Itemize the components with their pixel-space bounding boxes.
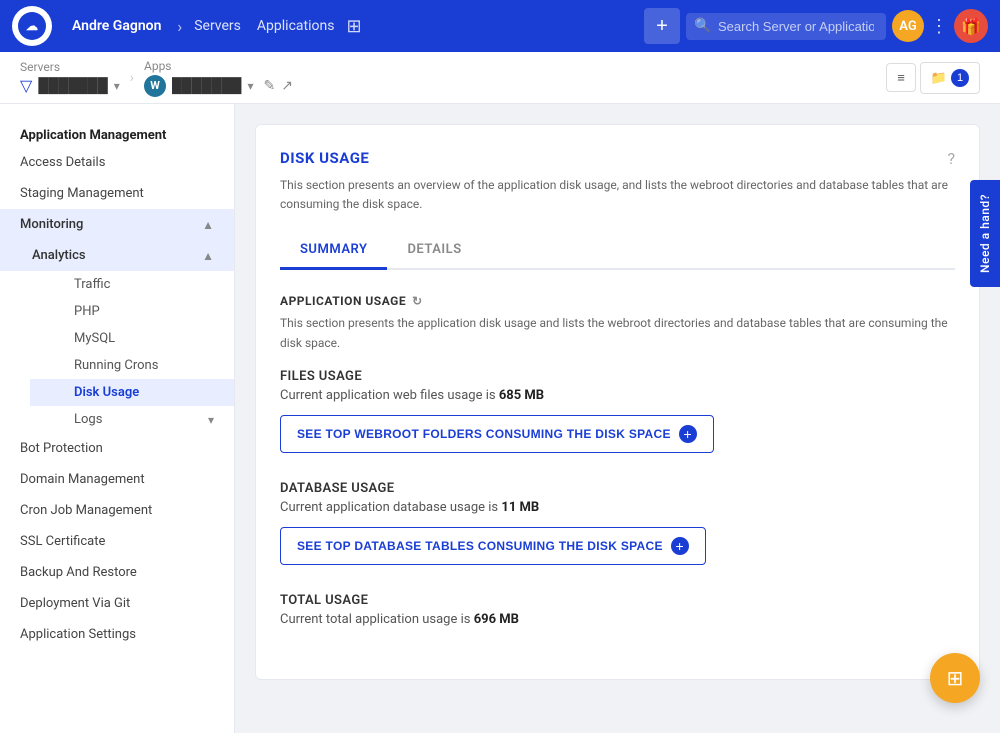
sidebar-item-traffic[interactable]: Traffic bbox=[30, 271, 234, 298]
external-link-icon[interactable]: ↗ bbox=[281, 78, 293, 94]
database-tables-button[interactable]: See Top Database Tables Consuming The Di… bbox=[280, 527, 706, 565]
total-usage-value: Current total application usage is 696 M… bbox=[280, 612, 955, 627]
disk-usage-header: DISK USAGE ? bbox=[280, 149, 955, 168]
help-icon[interactable]: ? bbox=[947, 149, 955, 168]
sidebar-item-application-settings[interactable]: Application Settings bbox=[0, 619, 234, 650]
nav-arrow: › bbox=[177, 17, 182, 36]
tab-summary[interactable]: SUMMARY bbox=[280, 234, 387, 270]
sidebar-item-ssl-certificate[interactable]: SSL Certificate bbox=[0, 526, 234, 557]
app-name: ███████ bbox=[172, 77, 241, 94]
sidebar: Application Management Access Details St… bbox=[0, 104, 235, 733]
database-usage-block: DATABASE USAGE Current application datab… bbox=[280, 481, 955, 565]
sidebar-item-mysql[interactable]: MySQL bbox=[30, 325, 234, 352]
breadcrumb-bar: Servers ▽ ███████ ▾ › Apps W ███████ ▾ ✎… bbox=[0, 52, 1000, 104]
server-dropdown[interactable]: ▾ bbox=[114, 79, 120, 93]
list-view-button[interactable]: ≡ bbox=[886, 63, 916, 92]
server-icon: ▽ bbox=[20, 76, 32, 95]
webroot-folders-button[interactable]: See Top Webroot Folders Consuming The Di… bbox=[280, 415, 714, 453]
page-title: DISK USAGE bbox=[280, 149, 369, 167]
sidebar-item-access-details[interactable]: Access Details bbox=[0, 147, 234, 178]
add-button[interactable]: + bbox=[644, 8, 680, 44]
chevron-down-icon-logs: ▾ bbox=[208, 413, 214, 427]
sidebar-item-logs[interactable]: Logs ▾ bbox=[30, 406, 234, 433]
sidebar-item-cron-job-management[interactable]: Cron Job Management bbox=[0, 495, 234, 526]
database-usage-label: DATABASE USAGE bbox=[280, 481, 955, 496]
folder-icon: 📁 bbox=[931, 70, 947, 86]
total-usage-label: TOTAL USAGE bbox=[280, 593, 955, 608]
main-content: DISK USAGE ? This section presents an ov… bbox=[235, 104, 1000, 733]
plus-circle-icon: + bbox=[679, 425, 697, 443]
sidebar-heading: Application Management bbox=[0, 120, 234, 147]
chevron-up-icon: ▲ bbox=[202, 218, 214, 232]
chevron-up-icon-analytics: ▲ bbox=[202, 249, 214, 263]
database-usage-value: Current application database usage is 11… bbox=[280, 500, 955, 515]
sidebar-item-domain-management[interactable]: Domain Management bbox=[0, 464, 234, 495]
apps-breadcrumb-label: Apps bbox=[144, 59, 293, 73]
edit-icon[interactable]: ✎ bbox=[263, 78, 275, 94]
page-description: This section presents an overview of the… bbox=[280, 176, 955, 214]
applications-link[interactable]: Applications bbox=[249, 18, 343, 34]
main-layout: Application Management Access Details St… bbox=[0, 104, 1000, 733]
help-sidebar[interactable]: Need a hand? bbox=[970, 180, 1000, 287]
sidebar-item-monitoring[interactable]: Monitoring ▲ bbox=[0, 209, 234, 240]
files-usage-label: FILES USAGE bbox=[280, 369, 955, 384]
top-navigation: ☁ Andre Gagnon › Servers Applications ⊞ … bbox=[0, 0, 1000, 52]
app-breadcrumb: Apps W ███████ ▾ ✎ ↗ bbox=[144, 59, 293, 97]
total-usage-block: TOTAL USAGE Current total application us… bbox=[280, 593, 955, 627]
sidebar-item-bot-protection[interactable]: Bot Protection bbox=[0, 433, 234, 464]
analytics-subitems: Traffic PHP MySQL Running Crons Disk Usa… bbox=[0, 271, 234, 433]
sidebar-item-php[interactable]: PHP bbox=[30, 298, 234, 325]
more-options-icon[interactable]: ⋮ bbox=[930, 16, 948, 37]
plus-circle-db-icon: + bbox=[671, 537, 689, 555]
refresh-icon[interactable]: ↻ bbox=[412, 294, 423, 308]
gift-icon[interactable]: 🎁 bbox=[954, 9, 988, 43]
wordpress-icon: W bbox=[144, 75, 166, 97]
sidebar-item-disk-usage[interactable]: Disk Usage bbox=[30, 379, 234, 406]
app-dropdown[interactable]: ▾ bbox=[247, 79, 253, 93]
content-card: DISK USAGE ? This section presents an ov… bbox=[255, 124, 980, 680]
breadcrumb-separator: › bbox=[130, 70, 134, 86]
section-title: APPLICATION USAGE ↻ bbox=[280, 294, 955, 308]
sidebar-item-deployment-git[interactable]: Deployment Via Git bbox=[0, 588, 234, 619]
fab-icon: ⊞ bbox=[947, 666, 964, 690]
files-usage-value: Current application web files usage is 6… bbox=[280, 388, 955, 403]
server-breadcrumb: Servers ▽ ███████ ▾ bbox=[20, 60, 120, 95]
user-name[interactable]: Andre Gagnon bbox=[60, 18, 173, 34]
sidebar-item-staging-management[interactable]: Staging Management bbox=[0, 178, 234, 209]
list-icon: ≡ bbox=[897, 70, 905, 85]
sidebar-item-analytics[interactable]: Analytics ▲ bbox=[0, 240, 234, 271]
avatar[interactable]: AG bbox=[892, 10, 924, 42]
folder-view-button[interactable]: 📁 1 bbox=[920, 62, 980, 94]
sidebar-item-backup-restore[interactable]: Backup And Restore bbox=[0, 557, 234, 588]
files-usage-block: FILES USAGE Current application web file… bbox=[280, 369, 955, 453]
breadcrumb-right-actions: ≡ 📁 1 bbox=[886, 62, 980, 94]
logo-inner: ☁ bbox=[18, 12, 46, 40]
tabs: SUMMARY DETAILS bbox=[280, 234, 955, 270]
servers-breadcrumb-label: Servers bbox=[20, 60, 120, 74]
search-container: 🔍 bbox=[686, 13, 886, 40]
servers-link[interactable]: Servers bbox=[186, 18, 249, 34]
server-name: ███████ bbox=[38, 77, 107, 94]
logo[interactable]: ☁ bbox=[12, 6, 52, 46]
search-input[interactable] bbox=[686, 13, 886, 40]
fab-button[interactable]: ⊞ bbox=[930, 653, 980, 703]
section-description: This section presents the application di… bbox=[280, 314, 955, 352]
sidebar-item-running-crons[interactable]: Running Crons bbox=[30, 352, 234, 379]
application-usage-section: APPLICATION USAGE ↻ This section present… bbox=[280, 294, 955, 626]
tab-details[interactable]: DETAILS bbox=[387, 234, 481, 270]
badge-count: 1 bbox=[951, 69, 969, 87]
grid-icon[interactable]: ⊞ bbox=[346, 16, 361, 37]
